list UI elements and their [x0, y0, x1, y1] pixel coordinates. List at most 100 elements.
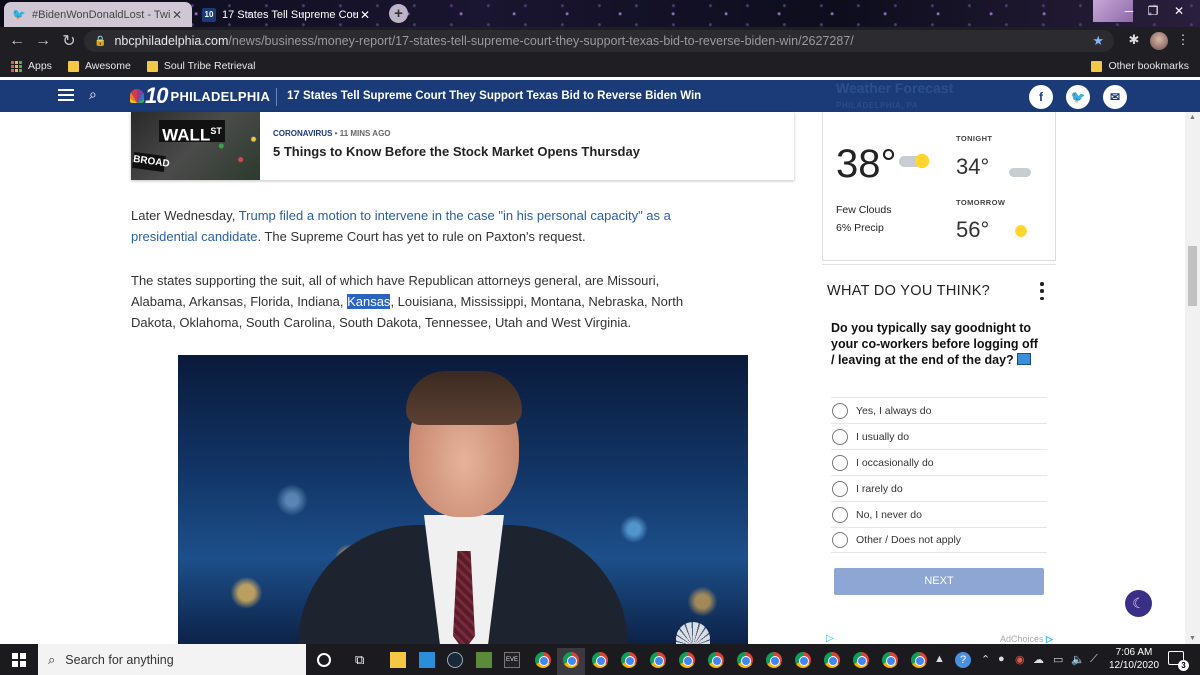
chrome-icon[interactable]: [824, 652, 840, 668]
nbc10-logo[interactable]: 10 PHILADELPHIA: [130, 83, 270, 108]
close-icon[interactable]: ✕: [358, 8, 372, 22]
notifications-icon[interactable]: 3: [1168, 651, 1189, 671]
hamburger-menu-icon[interactable]: [58, 89, 74, 101]
windows-taskbar: ⌕ Search for anything ⧉ EVE ▲ ? ⌃ ● ◉ ☁ …: [0, 644, 1200, 675]
tab-twitter[interactable]: 🐦 #BidenWonDonaldLost - Twitter ✕: [4, 2, 192, 27]
chrome-icon[interactable]: [650, 652, 666, 668]
related-story-category: CORONAVIRUS • 11 MINS AGO: [273, 129, 391, 138]
chrome-icon[interactable]: [592, 652, 608, 668]
page-scrollbar[interactable]: ▲ ▼: [1185, 112, 1200, 644]
bookmark-label: Awesome: [84, 60, 131, 72]
poll-option[interactable]: Yes, I always do: [831, 397, 1047, 423]
article-paragraph: Later Wednesday, Trump filed a motion to…: [131, 208, 671, 244]
scrollbar-thumb[interactable]: [1188, 246, 1197, 306]
tray-app-icon[interactable]: ●: [998, 653, 1005, 665]
address-bar[interactable]: 🔒 nbcphiladelphia.com /news/business/mon…: [84, 30, 1114, 52]
close-window-button[interactable]: ✕: [1168, 2, 1190, 20]
tab-label: 17 States Tell Supreme Court Th...: [222, 8, 358, 21]
nbc-peacock-watermark-icon: [676, 622, 710, 645]
url-path: /news/business/money-report/17-states-te…: [228, 34, 854, 48]
related-story-headline[interactable]: 5 Things to Know Before the Stock Market…: [273, 144, 640, 159]
email-icon[interactable]: ✉: [1103, 85, 1127, 109]
task-view-icon[interactable]: ⧉: [355, 652, 371, 668]
profile-avatar[interactable]: [1150, 32, 1168, 50]
radio-button[interactable]: [832, 480, 848, 497]
back-icon[interactable]: ←: [4, 28, 30, 54]
chevron-up-icon[interactable]: ⌃: [981, 653, 990, 666]
poll-option[interactable]: No, I never do: [831, 501, 1047, 527]
tray-overflow-icon[interactable]: ▲: [934, 653, 945, 665]
chrome-icon[interactable]: [563, 652, 579, 668]
radio-button[interactable]: [832, 532, 848, 548]
facebook-icon[interactable]: f: [1029, 85, 1053, 109]
browser-toolbar: ← → ↻ 🔒 nbcphiladelphia.com /news/busine…: [0, 27, 1200, 55]
help-icon[interactable]: ?: [955, 652, 971, 668]
chrome-icon[interactable]: [882, 652, 898, 668]
poll-option[interactable]: I usually do: [831, 423, 1047, 449]
chrome-icon[interactable]: [853, 652, 869, 668]
minecraft-icon[interactable]: [476, 652, 492, 668]
twitter-share-icon[interactable]: 🐦: [1066, 85, 1090, 109]
extensions-icon[interactable]: ✱: [1125, 32, 1143, 50]
close-icon[interactable]: ✕: [170, 8, 184, 22]
related-story-card[interactable]: WALLST BROAD CORONAVIRUS • 11 MINS AGO 5…: [131, 112, 794, 180]
cloud-icon[interactable]: ☁: [1033, 653, 1044, 666]
apps-grid-icon: [11, 60, 22, 72]
clock-date: 12/10/2020: [1108, 660, 1160, 671]
chrome-icon[interactable]: [737, 652, 753, 668]
adchoices-arrow-icon[interactable]: ▷: [826, 633, 834, 644]
other-bookmarks[interactable]: Other bookmarks: [1091, 60, 1189, 72]
scroll-up-icon[interactable]: ▲: [1189, 114, 1196, 121]
minimize-button[interactable]: ─: [1118, 2, 1140, 20]
eve-icon[interactable]: EVE: [504, 652, 520, 668]
weather-precip: 6% Precip: [836, 222, 884, 234]
weather-peek-title: Weather Forecast: [836, 80, 954, 96]
nbc-icon: 10: [202, 7, 216, 22]
chrome-icon[interactable]: [911, 652, 927, 668]
chrome-icon[interactable]: [766, 652, 782, 668]
file-explorer-icon[interactable]: [390, 652, 406, 668]
weather-condition: Few Clouds: [836, 204, 892, 216]
bookmark-star-icon[interactable]: ★: [1092, 33, 1104, 49]
poll-menu-icon[interactable]: [1038, 282, 1046, 300]
menu-kebab-icon[interactable]: ⋮: [1174, 32, 1192, 50]
poll-option[interactable]: Other / Does not apply: [831, 527, 1047, 553]
search-icon[interactable]: ⌕: [89, 86, 97, 103]
bookmark-awesome[interactable]: Awesome: [67, 60, 131, 72]
radio-button[interactable]: [832, 506, 848, 523]
taskbar-search-box[interactable]: ⌕ Search for anything: [38, 644, 306, 675]
poll-option[interactable]: I occasionally do: [831, 449, 1047, 475]
dark-mode-moon-icon[interactable]: ☾: [1125, 590, 1152, 617]
new-tab-button[interactable]: +: [389, 4, 408, 23]
article-photo[interactable]: [178, 355, 748, 645]
chrome-icon[interactable]: [621, 652, 637, 668]
taskbar-clock[interactable]: 7:06 AM 12/10/2020: [1108, 646, 1160, 672]
radio-button[interactable]: [832, 402, 848, 419]
cortana-icon[interactable]: [317, 653, 331, 667]
volume-icon[interactable]: 🔈: [1071, 653, 1085, 666]
poll-next-button[interactable]: NEXT: [834, 568, 1044, 595]
chrome-icon[interactable]: [679, 652, 695, 668]
poll-option[interactable]: I rarely do: [831, 475, 1047, 501]
peacock-icon: [130, 89, 144, 103]
forward-icon[interactable]: →: [30, 28, 56, 54]
steam-icon[interactable]: [447, 652, 463, 668]
network-icon[interactable]: ⟋: [1090, 653, 1098, 666]
reload-icon[interactable]: ↻: [56, 28, 82, 54]
bookmark-soul-tribe[interactable]: Soul Tribe Retrieval: [146, 60, 255, 72]
photos-icon[interactable]: [419, 652, 435, 668]
chrome-icon[interactable]: [535, 652, 551, 668]
broad-street-sign: BROAD: [132, 151, 170, 173]
maximize-button[interactable]: ❐: [1142, 2, 1164, 20]
chrome-icon[interactable]: [795, 652, 811, 668]
security-icon[interactable]: ◉: [1015, 653, 1025, 666]
windows-start-icon[interactable]: [12, 653, 26, 667]
radio-button[interactable]: [832, 454, 848, 471]
tab-nbc-article[interactable]: 10 17 States Tell Supreme Court Th... ✕: [194, 2, 380, 27]
battery-icon[interactable]: ▭: [1053, 653, 1063, 666]
bookmark-apps[interactable]: Apps: [11, 60, 52, 72]
radio-button[interactable]: [832, 428, 848, 445]
clock-time: 7:06 AM: [1115, 647, 1153, 658]
scroll-down-icon[interactable]: ▼: [1189, 635, 1196, 642]
chrome-icon[interactable]: [708, 652, 724, 668]
